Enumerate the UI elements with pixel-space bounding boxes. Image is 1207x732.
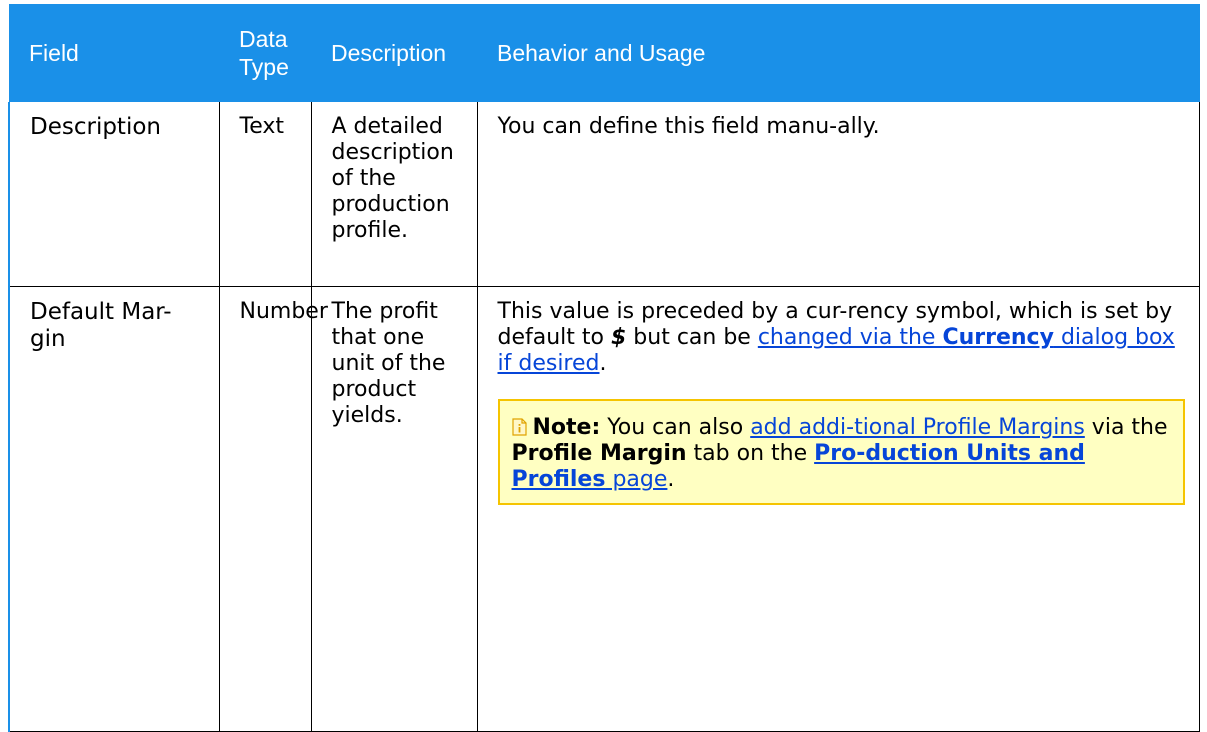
profile-margin-tab-label: Profile Margin	[511, 441, 687, 466]
note-text: .	[667, 467, 675, 492]
note-box: Note: You can also add addi-tional Profi…	[497, 399, 1185, 505]
behavior-text: .	[599, 351, 607, 376]
cell-data-type: Text	[218, 102, 312, 287]
cell-data-type: Number	[218, 286, 328, 732]
header-behavior: Behavior and Usage	[477, 4, 1200, 102]
note-label: Note:	[532, 415, 601, 440]
cell-field: Description	[8, 102, 220, 287]
header-field: Field	[9, 4, 219, 102]
note-text: You can also	[600, 415, 751, 440]
field-name: Description	[30, 114, 161, 140]
header-data-type: Data Type	[219, 4, 311, 102]
cell-description: The profit that one unit of the product …	[310, 286, 478, 732]
link-text: changed via the	[757, 325, 943, 350]
cell-behavior: You can define this field manu-ally.	[476, 102, 1200, 287]
table-header-row: Field Data Type Description Behavior and…	[9, 4, 1200, 102]
cell-description: A detailed description of the production…	[310, 102, 478, 287]
link-bold-text: Currency	[942, 325, 1054, 350]
note-text: tab on the	[686, 441, 815, 466]
field-name: Default Mar-gin	[30, 299, 172, 352]
field-table: Field Data Type Description Behavior and…	[8, 4, 1200, 732]
add-profile-margins-link[interactable]: add addi-tional Profile Margins	[750, 415, 1085, 440]
cell-field: Default Mar-gin	[8, 286, 220, 732]
cell-behavior: This value is preceded by a cur-rency sy…	[476, 286, 1200, 732]
header-description: Description	[311, 4, 477, 102]
table-row: Default Mar-gin Number The profit that o…	[8, 286, 1200, 732]
currency-symbol: $	[610, 325, 627, 350]
behavior-text: but can be	[626, 325, 758, 350]
behavior-paragraph: This value is preceded by a cur-rency sy…	[498, 299, 1186, 377]
note-text: via the	[1084, 415, 1168, 440]
link-text: page	[605, 467, 668, 492]
note-icon	[511, 418, 527, 436]
table-row: Description Text A detailed description …	[8, 102, 1200, 287]
